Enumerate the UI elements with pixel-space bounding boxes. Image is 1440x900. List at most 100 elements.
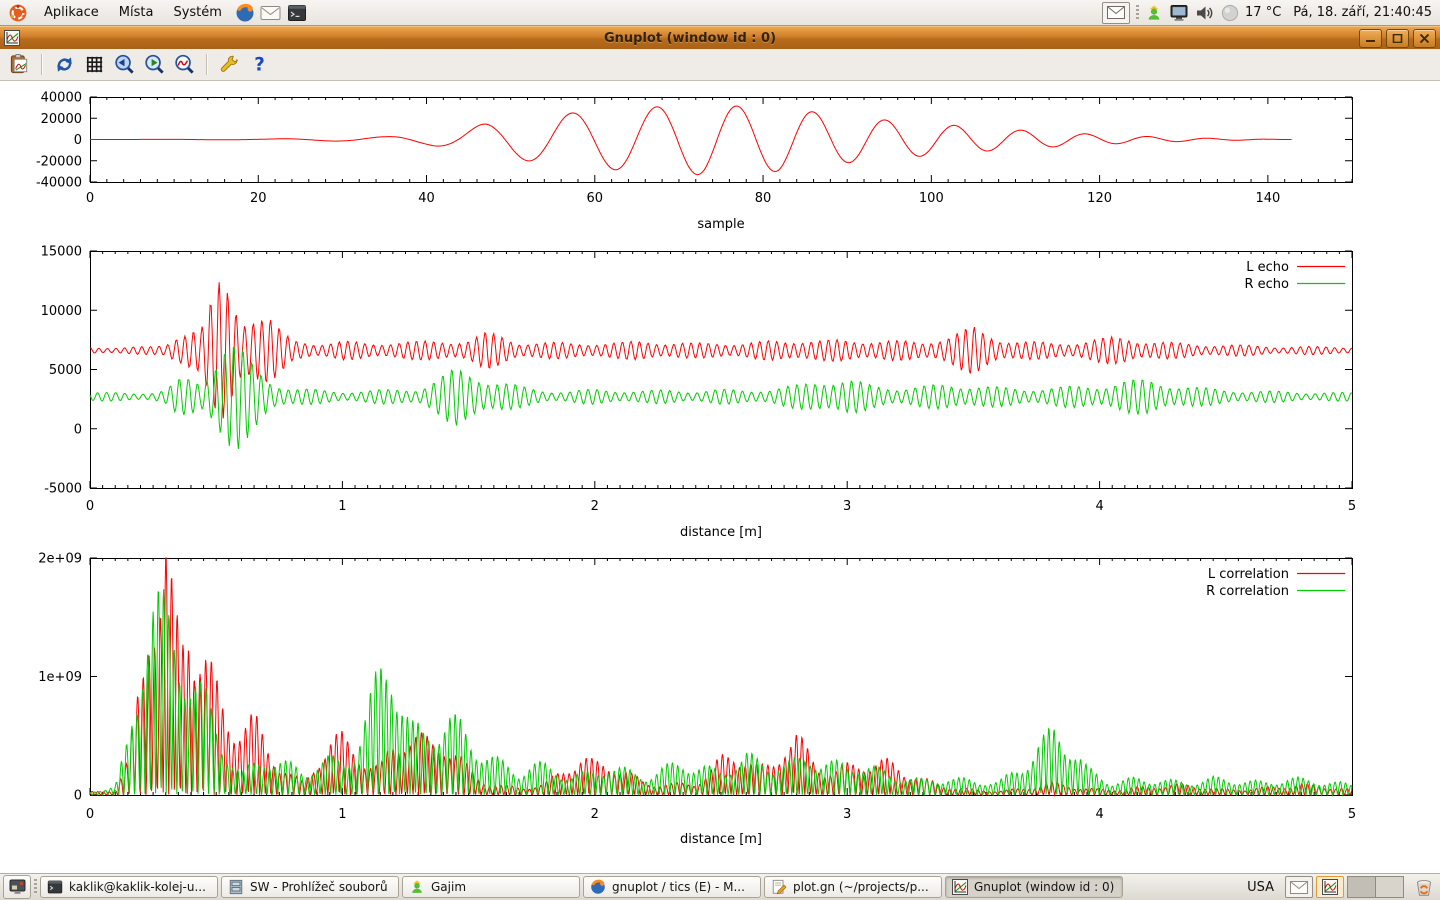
svg-text:120: 120 — [1087, 191, 1112, 206]
taskbar-button-gajim[interactable]: Gajim — [402, 876, 580, 898]
show-desktop-icon — [9, 879, 26, 895]
firefox-icon — [590, 879, 606, 895]
taskbar-button-firefox[interactable]: gnuplot / tics (E) - M... — [583, 876, 761, 898]
toolbar-separator — [41, 54, 43, 75]
taskbar-button-label: Gajim — [431, 880, 466, 894]
svg-text:4: 4 — [1095, 807, 1103, 822]
svg-text:2: 2 — [591, 499, 599, 514]
minimize-button[interactable] — [1359, 29, 1382, 48]
mail-launcher[interactable] — [259, 1, 283, 25]
firefox-launcher[interactable] — [233, 1, 257, 25]
file-manager-icon — [228, 879, 244, 895]
clock-label[interactable]: Pá, 18. září, 21:40:45 — [1293, 5, 1432, 20]
maximize-icon — [1392, 34, 1403, 43]
workspace-switcher[interactable] — [1347, 876, 1404, 898]
taskbar-button-label: Gnuplot (window id : 0) — [974, 880, 1114, 894]
series-l-correlation — [90, 558, 1352, 795]
gnuplot-icon — [4, 30, 20, 46]
svg-text:0: 0 — [86, 191, 94, 206]
replot-button[interactable] — [51, 52, 78, 78]
svg-text:2: 2 — [591, 807, 599, 822]
replot-icon — [53, 53, 76, 76]
svg-text:5000: 5000 — [49, 363, 82, 378]
autoscale-button[interactable] — [171, 52, 198, 78]
svg-text:?: ? — [254, 55, 265, 76]
window-list-handle[interactable] — [34, 879, 37, 895]
trash-applet[interactable] — [1411, 875, 1437, 899]
taskbar-button-terminal[interactable]: kaklik@kaklik-kolej-u... — [40, 876, 218, 898]
help-button[interactable]: ? — [246, 52, 273, 78]
close-button[interactable] — [1413, 29, 1436, 48]
gajim-icon — [409, 879, 425, 895]
trash-icon — [1413, 876, 1435, 898]
svg-text:R echo: R echo — [1244, 277, 1289, 292]
menu-places[interactable]: Místa — [109, 0, 164, 25]
applet-handle[interactable] — [1136, 5, 1139, 21]
terminal-icon — [47, 879, 63, 895]
gajim-status-icon[interactable] — [1145, 4, 1163, 22]
menu-system[interactable]: Systém — [163, 0, 231, 25]
minimize-icon — [1365, 34, 1376, 43]
plots-svg: 020406080100120140-40000-200000200004000… — [0, 81, 1440, 873]
svg-text:1: 1 — [338, 807, 346, 822]
ubuntu-logo-icon — [8, 3, 28, 23]
panel-tray: 17 °C Pá, 18. září, 21:40:45 — [1102, 2, 1436, 24]
copy-to-clipboard-button[interactable] — [6, 52, 33, 78]
svg-text:140: 140 — [1255, 191, 1280, 206]
taskbar-button-editor[interactable]: plot.gn (~/projects/p... — [764, 876, 942, 898]
plot-2: 012345-5000050001000015000distance [m]L … — [41, 245, 1357, 541]
mail-tray-button[interactable] — [1102, 2, 1130, 24]
text-editor-icon — [771, 879, 787, 895]
taskbar-button-label: plot.gn (~/projects/p... — [793, 880, 929, 894]
svg-text:60: 60 — [587, 191, 604, 206]
settings-button[interactable] — [216, 52, 243, 78]
toggle-grid-button[interactable] — [81, 52, 108, 78]
mail-tray-button[interactable] — [1285, 876, 1313, 898]
svg-text:sample: sample — [697, 217, 744, 232]
keyboard-layout-indicator[interactable]: USA — [1239, 880, 1282, 895]
taskbar-button-label: gnuplot / tics (E) - M... — [612, 880, 745, 894]
show-desktop-button[interactable] — [3, 875, 31, 899]
svg-text:80: 80 — [755, 191, 772, 206]
mail-tray-icon — [1107, 6, 1125, 19]
taskbar-button-file-manager[interactable]: SW - Prohlížeč souborů — [221, 876, 399, 898]
taskbar: kaklik@kaklik-kolej-u... SW - Prohlížeč … — [0, 873, 1440, 900]
workspace-1[interactable] — [1348, 877, 1375, 897]
svg-text:R correlation: R correlation — [1206, 584, 1289, 599]
series-signal — [90, 106, 1291, 175]
svg-text:-40000: -40000 — [36, 176, 82, 191]
svg-text:0: 0 — [74, 133, 82, 148]
taskbar-button-gnuplot[interactable]: Gnuplot (window id : 0) — [945, 876, 1123, 898]
svg-text:distance [m]: distance [m] — [680, 832, 762, 847]
svg-text:2e+09: 2e+09 — [38, 552, 82, 567]
ubuntu-logo-icon[interactable] — [4, 3, 34, 23]
volume-icon[interactable] — [1195, 4, 1215, 22]
autoscale-icon — [173, 53, 196, 76]
svg-text:1e+09: 1e+09 — [38, 670, 82, 685]
svg-text:4: 4 — [1095, 499, 1103, 514]
gnuplot-tray-button[interactable] — [1316, 876, 1344, 898]
gnuplot-icon — [952, 879, 968, 895]
mail-icon — [260, 3, 281, 23]
svg-text:0: 0 — [74, 422, 82, 437]
svg-text:L correlation: L correlation — [1208, 567, 1289, 582]
svg-text:L echo: L echo — [1246, 260, 1289, 275]
svg-text:-20000: -20000 — [36, 154, 82, 169]
weather-icon[interactable] — [1221, 4, 1239, 22]
svg-text:1: 1 — [338, 499, 346, 514]
window-title: Gnuplot (window id : 0) — [21, 31, 1359, 46]
svg-text:-5000: -5000 — [44, 482, 82, 497]
grid-icon — [83, 53, 106, 76]
menu-applications[interactable]: Aplikace — [34, 0, 109, 25]
gnuplot-window-titlebar[interactable]: Gnuplot (window id : 0) — [0, 26, 1440, 49]
settings-icon — [218, 53, 241, 76]
workspace-2[interactable] — [1375, 877, 1403, 897]
zoom-next-button[interactable] — [141, 52, 168, 78]
maximize-button[interactable] — [1386, 29, 1409, 48]
terminal-launcher[interactable] — [285, 1, 309, 25]
zoom-previous-button[interactable] — [111, 52, 138, 78]
gnuplot-plot-area[interactable]: 020406080100120140-40000-200000200004000… — [0, 81, 1440, 873]
mail-tray-icon — [1290, 881, 1308, 894]
display-icon[interactable] — [1169, 4, 1189, 22]
svg-text:3: 3 — [843, 499, 851, 514]
